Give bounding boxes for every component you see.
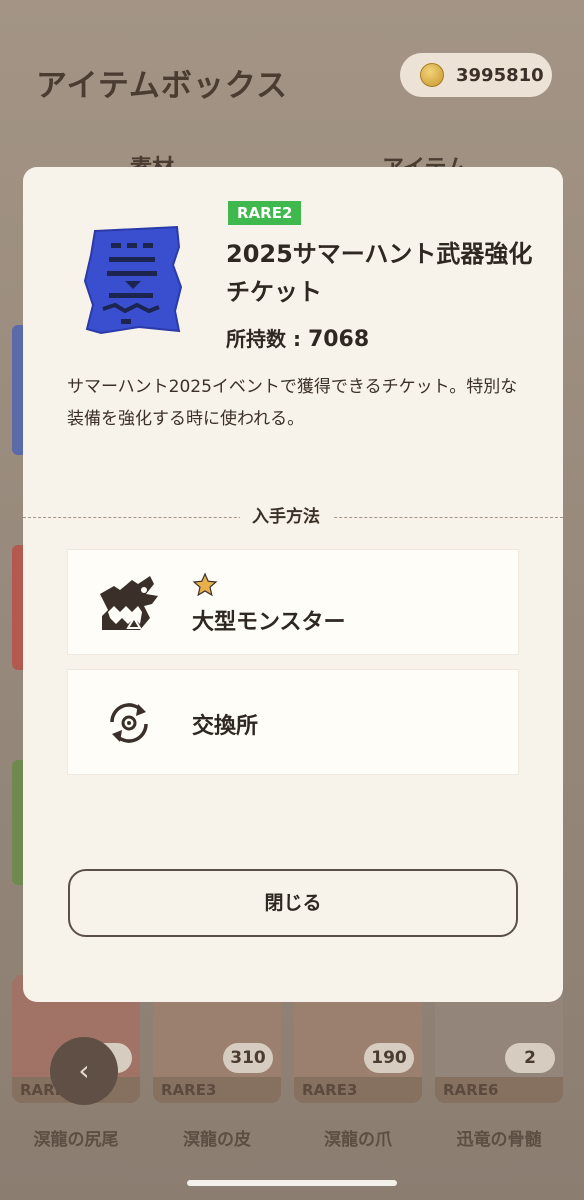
owned-quantity: 所持数 : 7068 [226, 323, 369, 352]
rarity-badge: RARE2 [228, 201, 302, 225]
star-icon [192, 572, 218, 597]
section-title: 入手方法 [240, 505, 332, 529]
item-name: 溟龍の皮 [183, 1130, 251, 1150]
close-button[interactable]: 閉じる [68, 869, 518, 937]
quantity-value: 7068 [307, 327, 370, 352]
item-name: 迅竜の骨髄 [456, 1130, 542, 1150]
item-detail-dialog: RARE2 2025サマーハント武器強化チケット 所持数 : 7068 サマーハ… [23, 167, 563, 1002]
source-label: 大型モンスター [192, 610, 346, 635]
item-count: 2 [505, 1043, 555, 1073]
item-rarity: RARE6 [435, 1077, 563, 1103]
item-description: サマーハント2025イベントで獲得できるチケット。特別な装備を強化する時に使われ… [67, 377, 518, 429]
coin-balance: 3995810 [400, 53, 552, 97]
item-rarity: RARE3 [294, 1077, 422, 1103]
ticket-icon [83, 225, 183, 335]
source-label: 交換所 [192, 714, 259, 739]
source-large-monster[interactable]: 大型モンスター [67, 549, 519, 655]
item-count: 310 [223, 1043, 273, 1073]
coin-icon [420, 63, 444, 87]
monster-icon [100, 576, 158, 630]
item-rarity: RARE3 [153, 1077, 281, 1103]
exchange-icon [110, 703, 148, 743]
item-name: 溟龍の尻尾 [33, 1130, 119, 1150]
item-name: 溟龍の爪 [324, 1130, 392, 1150]
coin-value: 3995810 [456, 64, 544, 86]
page-title: アイテムボックス [36, 68, 288, 104]
home-indicator[interactable] [187, 1180, 397, 1186]
item-count: 190 [364, 1043, 414, 1073]
source-exchange[interactable]: 交換所 [67, 669, 519, 775]
item-title: 2025サマーハント武器強化チケット [226, 240, 533, 306]
quantity-label: 所持数 : [226, 327, 308, 351]
back-button[interactable]: ‹ [50, 1037, 118, 1105]
